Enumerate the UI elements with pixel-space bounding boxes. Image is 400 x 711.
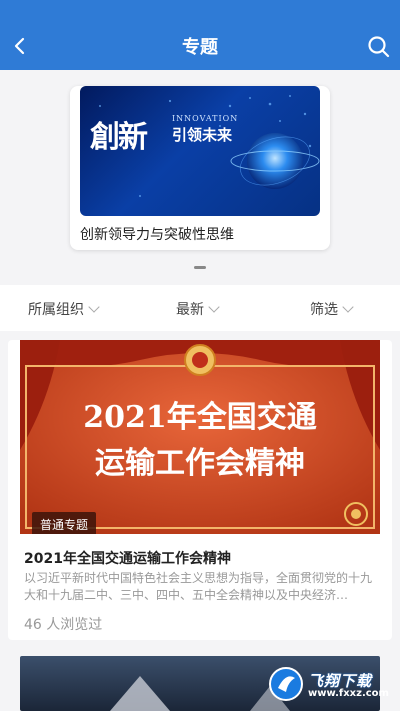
featured-card[interactable]: 創新 INNOVATION 引领未来 创新领导力与突破性思维 (70, 86, 330, 250)
topic-view-count: 46 人浏览过 (24, 617, 103, 633)
chevron-down-icon (88, 301, 100, 313)
watermark-url: www.fxxz.com (308, 688, 389, 699)
header-bar: 专题 (0, 0, 400, 70)
topic-title: 2021年全国交通运输工作会精神 (24, 551, 231, 567)
filter-organization[interactable]: 所属组织 (28, 299, 100, 319)
filter-latest-label: 最新 (176, 302, 204, 318)
topic-banner-line2: 运输工作会精神 (95, 446, 305, 481)
page-title: 专题 (182, 37, 218, 58)
featured-banner-title: 創新 (90, 120, 148, 155)
featured-banner-en: INNOVATION (172, 114, 239, 123)
filter-screen-label: 筛选 (310, 302, 338, 318)
chevron-down-icon (342, 301, 354, 313)
watermark-icon (269, 667, 303, 701)
list-item[interactable]: 2021年全国交通 运输工作会精神 普通专题 2021年全国交通运输工作会精神 … (8, 340, 392, 640)
carousel-indicator (194, 266, 206, 269)
featured-banner-image: 創新 INNOVATION 引领未来 (80, 86, 320, 216)
filter-bar: 所属组织 最新 筛选 (0, 285, 400, 331)
watermark-logo: 飞翔下载 www.fxxz.com (268, 664, 396, 704)
topic-banner-image: 2021年全国交通 运输工作会精神 普通专题 (20, 340, 380, 534)
filter-organization-label: 所属组织 (28, 302, 84, 318)
search-icon[interactable] (366, 34, 392, 60)
topic-type-badge: 普通专题 (32, 512, 97, 534)
featured-caption: 创新领导力与突破性思维 (80, 227, 234, 243)
featured-banner-sub: 引领未来 (172, 126, 233, 144)
filter-latest[interactable]: 最新 (176, 299, 220, 319)
topic-description: 以习近平新时代中国特色社会主义思想为指导，全面贯彻党的十九大和十九届二中、三中、… (24, 571, 373, 602)
featured-carousel[interactable]: 創新 INNOVATION 引领未来 创新领导力与突破性思维 (0, 70, 400, 285)
filter-screen[interactable]: 筛选 (310, 299, 354, 319)
chevron-down-icon (208, 301, 220, 313)
topic-banner-line1: 2021年全国交通 (83, 400, 317, 435)
